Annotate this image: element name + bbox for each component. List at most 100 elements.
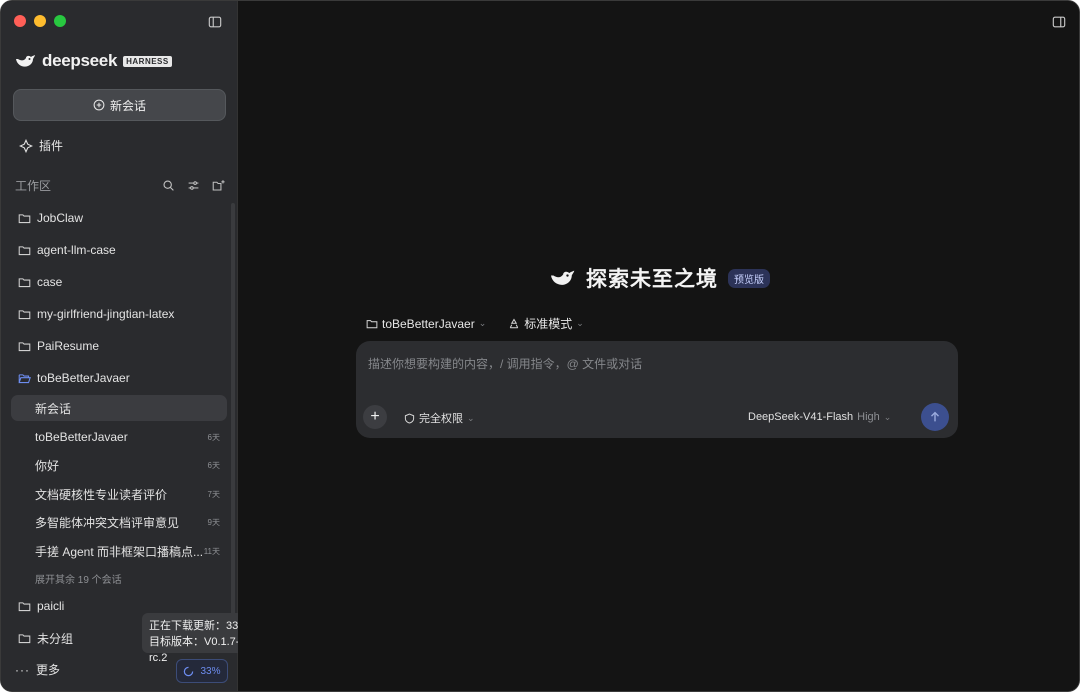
recycle-mode-icon xyxy=(510,318,519,328)
composer-selectors: toBeBetterJavaer ⌄ 标准模式 ⌄ xyxy=(366,315,584,332)
folder-icon xyxy=(18,245,31,255)
new-chat-button[interactable]: 新会话 xyxy=(13,89,226,121)
permission-label: 完全权限 xyxy=(419,413,463,425)
folder-icon xyxy=(18,633,31,643)
new-chat-label: 新会话 xyxy=(109,98,146,113)
session-item[interactable]: 多智能体冲突文档评审意见 9天 xyxy=(11,509,227,535)
session-item[interactable]: 手搓 Agent 而非框架口播稿点... 11天 xyxy=(11,538,227,564)
sidebar-scrollbar[interactable] xyxy=(231,203,235,653)
session-item[interactable]: 文档硬核性专业读者评价 7天 xyxy=(11,481,227,507)
window-controls xyxy=(14,15,66,27)
preview-badge: 预览版 xyxy=(728,268,770,288)
folder-name: my-girlfriend-jingtian-latex xyxy=(37,307,175,321)
session-title: 手搓 Agent 而非框架口播稿点... xyxy=(35,544,204,559)
folder-icon xyxy=(18,213,31,223)
folder-icon xyxy=(18,341,31,351)
minimize-window-button[interactable] xyxy=(34,15,46,27)
right-panel-toggle-icon[interactable] xyxy=(1050,13,1068,31)
session-item[interactable]: 你好 6天 xyxy=(11,452,227,478)
folder-icon xyxy=(18,309,31,319)
filter-icon[interactable] xyxy=(187,179,200,192)
hero-heading: 探索未至之境 预览版 xyxy=(548,263,770,293)
sidebar: deepseek HARNESS 新会话 插件 工作区 JobClaw agen… xyxy=(1,1,264,691)
folder-item[interactable]: case xyxy=(18,273,62,291)
chevron-down-icon: ⌄ xyxy=(883,411,892,422)
plugins-label: 插件 xyxy=(39,139,64,153)
folder-item[interactable]: agent-llm-case xyxy=(18,241,116,259)
folder-name: PaiResume xyxy=(37,339,100,353)
session-item-active[interactable]: 新会话 xyxy=(11,395,227,421)
chevron-down-icon: ⌄ xyxy=(467,412,475,423)
new-folder-icon[interactable] xyxy=(212,179,225,192)
session-title: 文档硬核性专业读者评价 xyxy=(35,487,168,502)
brand-name: deepseek xyxy=(42,51,118,70)
arrow-up-icon xyxy=(931,411,939,422)
whale-logo-icon xyxy=(551,270,575,285)
progress-percent: 33% xyxy=(200,665,221,677)
folder-icon xyxy=(18,277,31,287)
model-name: DeepSeek-V41-Flash xyxy=(748,411,854,423)
expand-sessions-link[interactable]: 展开其余 19 个会话 xyxy=(35,571,122,586)
project-selector-label: toBeBetterJavaer xyxy=(382,316,475,331)
main-panel: 探索未至之境 预览版 toBeBetterJavaer ⌄ 标准模式 ⌄ + 完… xyxy=(238,1,1079,691)
model-selector[interactable]: DeepSeek-V41-Flash High ⌄ xyxy=(748,411,891,423)
workspace-title: 工作区 xyxy=(15,178,52,193)
app-window: deepseek HARNESS 新会话 插件 工作区 JobClaw agen… xyxy=(0,0,1080,692)
project-selector[interactable]: toBeBetterJavaer ⌄ xyxy=(366,317,486,331)
sidebar-toggle-icon[interactable] xyxy=(206,13,224,31)
folder-icon xyxy=(18,601,31,611)
close-window-button[interactable] xyxy=(14,15,26,27)
session-title: toBeBetterJavaer xyxy=(35,430,128,444)
plus-circle-icon xyxy=(93,99,105,111)
brand-badge: HARNESS xyxy=(123,55,172,67)
folder-icon xyxy=(366,319,378,328)
workspace-header: 工作区 xyxy=(15,177,225,193)
mode-selector-label: 标准模式 xyxy=(524,317,573,331)
session-title: 你好 xyxy=(35,458,60,473)
folder-name: JobClaw xyxy=(37,211,84,225)
attach-plus-button[interactable]: + xyxy=(363,405,387,429)
folder-name: 未分组 xyxy=(37,631,74,646)
plugin-icon xyxy=(19,138,33,153)
session-time: 6天 xyxy=(207,460,220,470)
composer: + 完全权限 ⌄ DeepSeek-V41-Flash High ⌄ xyxy=(356,341,958,438)
session-time: 11天 xyxy=(203,546,220,556)
folder-name: paicli xyxy=(37,599,65,613)
brand-logo: deepseek HARNESS xyxy=(14,51,172,71)
whale-logo-icon xyxy=(16,55,35,67)
folder-item[interactable]: PaiResume xyxy=(18,337,99,355)
shield-icon xyxy=(404,413,415,423)
ellipsis-icon: ··· xyxy=(15,662,30,677)
maximize-window-button[interactable] xyxy=(54,15,66,27)
search-icon[interactable] xyxy=(162,179,175,192)
more-menu-button[interactable]: ··· 更多 xyxy=(15,661,60,678)
session-time: 7天 xyxy=(207,489,220,499)
mode-selector[interactable]: 标准模式 ⌄ xyxy=(508,315,584,332)
session-item[interactable]: toBeBetterJavaer 6天 xyxy=(11,424,227,450)
session-title: 多智能体冲突文档评审意见 xyxy=(35,515,180,530)
update-progress-badge[interactable]: 33% xyxy=(176,659,228,683)
folder-name: case xyxy=(37,275,63,289)
plugins-nav-item[interactable]: 插件 xyxy=(19,137,63,154)
chevron-down-icon: ⌄ xyxy=(576,318,584,328)
folder-item[interactable]: my-girlfriend-jingtian-latex xyxy=(18,305,174,323)
model-level: High xyxy=(857,411,880,423)
folder-item-open[interactable]: toBeBetterJavaer xyxy=(18,369,130,387)
send-button[interactable] xyxy=(921,403,949,431)
loading-spinner-icon xyxy=(184,666,194,676)
prompt-input[interactable] xyxy=(368,354,928,374)
permission-selector[interactable]: 完全权限 ⌄ xyxy=(404,410,475,426)
session-time: 9天 xyxy=(207,517,220,527)
folder-item[interactable]: 未分组 xyxy=(18,629,73,647)
chevron-down-icon: ⌄ xyxy=(478,318,487,328)
session-time: 6天 xyxy=(207,432,220,442)
folder-open-icon xyxy=(18,373,31,383)
folder-name: agent-llm-case xyxy=(37,243,116,257)
session-title: 新会话 xyxy=(35,401,72,416)
folder-item[interactable]: JobClaw xyxy=(18,209,83,227)
folder-name: toBeBetterJavaer xyxy=(37,371,130,385)
folder-item[interactable]: paicli xyxy=(18,597,64,615)
hero-title: 探索未至之境 xyxy=(586,268,718,291)
more-label: 更多 xyxy=(36,663,61,677)
plus-icon: + xyxy=(370,408,380,425)
